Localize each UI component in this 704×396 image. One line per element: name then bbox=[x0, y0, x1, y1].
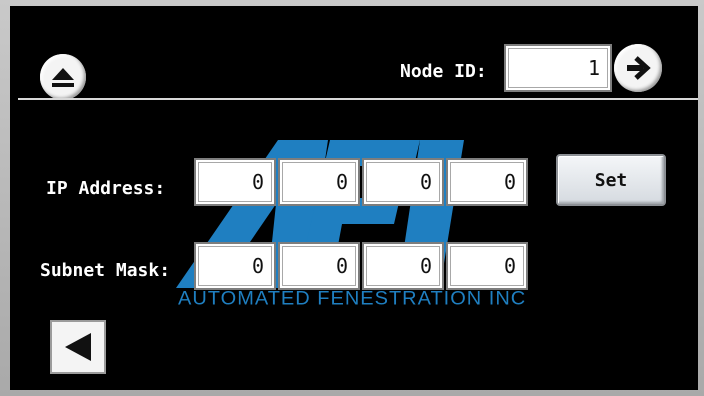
node-id-field[interactable]: 1 bbox=[504, 44, 612, 92]
header-divider bbox=[18, 98, 698, 100]
ip-address-fields: 0 0 0 0 bbox=[194, 158, 530, 206]
next-button[interactable] bbox=[614, 44, 662, 92]
node-id-label: Node ID: bbox=[400, 61, 487, 82]
touch-screen: AUTOMATED FENESTRATION INC Node ID: 1 IP… bbox=[10, 6, 698, 390]
back-triangle-icon bbox=[65, 333, 91, 361]
subnet-mask-label: Subnet Mask: bbox=[40, 260, 171, 281]
subnet-octet-4[interactable]: 0 bbox=[446, 242, 528, 290]
eject-icon bbox=[52, 68, 74, 87]
ip-octet-3-value: 0 bbox=[419, 170, 432, 194]
subnet-octet-3-value: 0 bbox=[419, 254, 432, 278]
company-name: AUTOMATED FENESTRATION INC bbox=[178, 288, 527, 310]
ip-octet-2[interactable]: 0 bbox=[278, 158, 360, 206]
subnet-octet-1-value: 0 bbox=[251, 254, 264, 278]
back-button[interactable] bbox=[50, 320, 106, 374]
ip-octet-3[interactable]: 0 bbox=[362, 158, 444, 206]
ip-address-label: IP Address: bbox=[46, 178, 166, 199]
subnet-mask-fields: 0 0 0 0 bbox=[194, 242, 530, 290]
subnet-octet-4-value: 0 bbox=[503, 254, 516, 278]
subnet-octet-1[interactable]: 0 bbox=[194, 242, 276, 290]
subnet-octet-2-value: 0 bbox=[335, 254, 348, 278]
node-id-value: 1 bbox=[587, 56, 600, 80]
ip-octet-1-value: 0 bbox=[251, 170, 264, 194]
subnet-octet-2[interactable]: 0 bbox=[278, 242, 360, 290]
ip-octet-1[interactable]: 0 bbox=[194, 158, 276, 206]
ip-octet-4[interactable]: 0 bbox=[446, 158, 528, 206]
ip-octet-4-value: 0 bbox=[503, 170, 516, 194]
subnet-octet-3[interactable]: 0 bbox=[362, 242, 444, 290]
arrow-right-icon bbox=[627, 56, 651, 80]
set-button[interactable]: Set bbox=[556, 154, 666, 206]
ip-octet-2-value: 0 bbox=[335, 170, 348, 194]
eject-button[interactable] bbox=[40, 54, 86, 100]
